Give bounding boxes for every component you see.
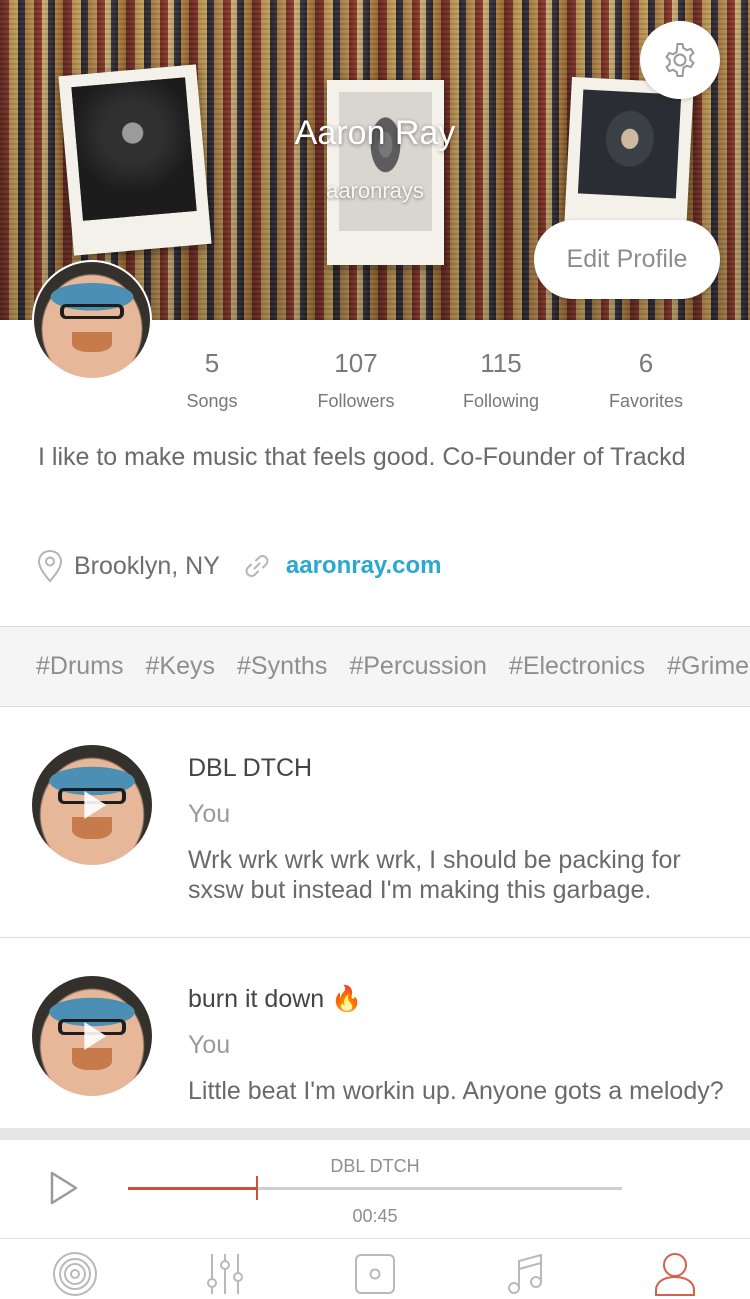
bottom-nav — [0, 1238, 750, 1299]
profile-name: Aaron Ray — [294, 114, 456, 152]
gear-icon — [665, 43, 695, 77]
mini-player: DBL DTCH 00:45 — [0, 1128, 750, 1238]
cover-photo-3 — [564, 76, 694, 234]
cover-photo-1 — [58, 64, 212, 256]
track-description: Wrk wrk wrk wrk wrk, I should be packing… — [188, 846, 681, 904]
tag-synths[interactable]: #Synths — [237, 652, 327, 681]
settings-button[interactable] — [640, 21, 720, 99]
profile-avatar[interactable] — [32, 260, 152, 380]
profile-handle: aaronrays — [326, 178, 424, 203]
now-playing-title: DBL DTCH — [330, 1156, 420, 1176]
tag-keys[interactable]: #Keys — [146, 652, 215, 681]
play-icon — [84, 1022, 107, 1050]
track-author[interactable]: You — [188, 800, 230, 829]
profile-website-link[interactable]: aaronray.com — [286, 552, 442, 580]
nav-songs[interactable] — [500, 1249, 550, 1299]
play-icon — [84, 791, 107, 819]
track-artwork[interactable] — [32, 745, 152, 865]
nav-discover[interactable] — [50, 1249, 100, 1299]
stat-followers[interactable]: 107 Followers — [286, 348, 426, 412]
track-title-row[interactable]: burn it down 🔥 — [188, 985, 362, 1014]
track-item[interactable]: DBL DTCH You Wrk wrk wrk wrk wrk, I shou… — [0, 707, 750, 938]
stat-value: 115 — [480, 348, 522, 378]
stat-label: Following — [462, 391, 540, 411]
track-title: burn it down — [188, 985, 325, 1013]
track-author[interactable]: You — [188, 1031, 230, 1060]
stat-value: 5 — [204, 348, 220, 378]
stat-following[interactable]: 115 Following — [431, 348, 571, 412]
stat-songs[interactable]: 5 Songs — [142, 348, 282, 412]
tag-strip[interactable]: #Drums #Keys #Synths #Percussion #Electr… — [0, 626, 750, 707]
music-note-icon — [508, 1253, 542, 1294]
record-icon — [355, 1254, 395, 1294]
elapsed-time: 00:45 — [352, 1206, 398, 1226]
stat-favorites[interactable]: 6 Favorites — [576, 348, 716, 412]
edit-profile-button[interactable]: Edit Profile — [534, 220, 720, 299]
track-artwork[interactable] — [32, 976, 152, 1096]
profile-stats: 5 Songs 107 Followers 115 Following 6 Fa… — [140, 348, 720, 418]
link-icon — [245, 555, 269, 577]
track-description: Little beat I'm workin up. Anyone gots a… — [188, 1077, 724, 1105]
progress-handle[interactable] — [256, 1176, 259, 1200]
stat-label: Followers — [317, 391, 395, 411]
stat-label: Favorites — [608, 391, 684, 411]
stat-value: 107 — [334, 348, 378, 378]
tag-percussion[interactable]: #Percussion — [349, 652, 487, 681]
tag-grime[interactable]: #Grime — [667, 652, 749, 681]
progress-fill — [128, 1187, 257, 1190]
tag-electronics[interactable]: #Electronics — [509, 652, 645, 681]
vinyl-icon — [53, 1252, 97, 1296]
location-pin-icon — [37, 549, 63, 583]
profile-meta: Brooklyn, NY aaronray.com — [36, 544, 442, 588]
profile-icon — [655, 1253, 695, 1296]
nav-record[interactable] — [350, 1249, 400, 1299]
fire-emoji: 🔥 — [331, 985, 363, 1013]
nav-profile[interactable] — [650, 1249, 700, 1299]
profile-bio: I like to make music that feels good. Co… — [38, 443, 686, 471]
cover-photo-2 — [327, 80, 444, 265]
tag-drums[interactable]: #Drums — [36, 652, 124, 681]
track-title[interactable]: DBL DTCH — [188, 754, 312, 783]
progress-track[interactable] — [128, 1176, 622, 1200]
stat-value: 6 — [638, 348, 654, 378]
nav-studio[interactable] — [200, 1249, 250, 1299]
stat-label: Songs — [186, 391, 238, 411]
profile-location: Brooklyn, NY — [74, 551, 220, 580]
track-item[interactable]: burn it down 🔥 You Little beat I'm worki… — [0, 938, 750, 1128]
mixer-icon — [207, 1254, 243, 1294]
